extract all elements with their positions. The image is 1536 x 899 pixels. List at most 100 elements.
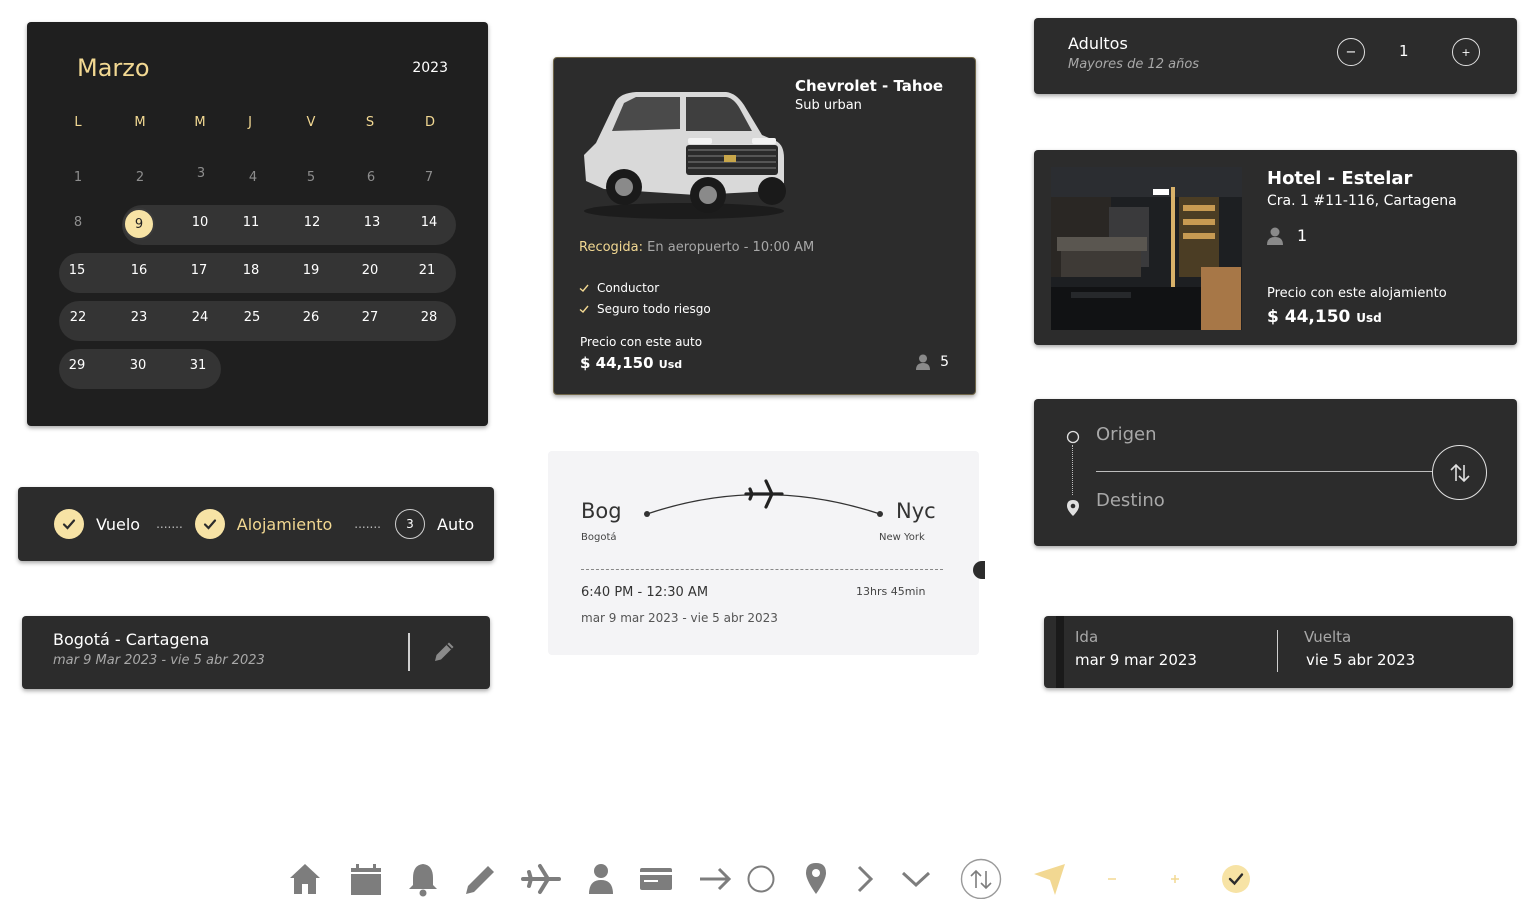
arrow-right-icon[interactable] xyxy=(697,858,733,898)
calendar-day[interactable]: 12 xyxy=(295,215,329,230)
calendar-day[interactable]: 24 xyxy=(183,310,217,325)
car-feature: Seguro todo riesgo xyxy=(579,302,711,316)
origin-input[interactable]: Origen xyxy=(1096,424,1156,445)
decrement-button[interactable]: − xyxy=(1337,38,1365,66)
calendar-day[interactable]: 30 xyxy=(121,358,155,373)
calendar-month: Marzo xyxy=(77,54,150,82)
check-icon xyxy=(579,305,589,313)
pickup-value: En aeropuerto - 10:00 AM xyxy=(643,240,815,255)
calendar-day[interactable]: 10 xyxy=(183,215,217,230)
destination-input[interactable]: Destino xyxy=(1096,490,1165,511)
pencil-icon[interactable] xyxy=(430,638,458,670)
flight-duration: 13hrs 45min xyxy=(856,585,926,598)
chevron-down-icon[interactable] xyxy=(898,858,934,898)
hotel-guests: 1 xyxy=(1267,226,1307,245)
step-label-flight[interactable]: Vuelo xyxy=(96,515,140,534)
calendar-day[interactable]: 18 xyxy=(234,263,268,278)
chevron-right-icon[interactable] xyxy=(851,858,879,898)
plus-icon[interactable] xyxy=(1165,858,1185,898)
navigation-icon[interactable] xyxy=(1030,858,1068,898)
swap-icon[interactable] xyxy=(958,858,1004,899)
calendar-day[interactable]: 14 xyxy=(412,215,446,230)
origin-city: Bogotá xyxy=(581,532,617,543)
circle-icon[interactable] xyxy=(745,858,777,898)
calendar-day[interactable]: 11 xyxy=(234,215,268,230)
minus-icon[interactable] xyxy=(1102,858,1122,898)
credit-card-icon[interactable] xyxy=(638,858,674,898)
plane-icon[interactable] xyxy=(520,858,562,898)
calendar-day[interactable]: 20 xyxy=(353,263,387,278)
flight-ticket[interactable]: Bog Bogotá Nyc New York 6:40 PM - 12:30 … xyxy=(548,451,985,655)
hotel-name: Hotel - Estelar xyxy=(1267,168,1413,189)
calendar-day[interactable]: 6 xyxy=(354,170,388,185)
calendar-day[interactable]: 22 xyxy=(61,310,95,325)
car-card[interactable]: Chevrolet - Tahoe Sub urban Recogida: En… xyxy=(553,57,976,395)
range-band xyxy=(122,205,456,245)
car-price: $ 44,150 Usd xyxy=(580,354,683,372)
flight-times: 6:40 PM - 12:30 AM xyxy=(581,585,709,600)
hotel-card[interactable]: Hotel - Estelar Cra. 1 #11-116, Cartagen… xyxy=(1034,150,1517,345)
adults-subtitle: Mayores de 12 años xyxy=(1068,57,1200,72)
calendar-day[interactable]: 23 xyxy=(122,310,156,325)
calendar-day[interactable]: 7 xyxy=(412,170,446,185)
origin-destination: Origen Destino xyxy=(1034,399,1517,546)
divider xyxy=(1277,630,1278,672)
location-pin-icon xyxy=(1067,500,1079,516)
car-subtitle: Sub urban xyxy=(795,98,862,113)
swap-button[interactable] xyxy=(1432,445,1487,500)
adults-counter: Adultos Mayores de 12 años − 1 + xyxy=(1034,18,1517,94)
calendar-day[interactable]: 28 xyxy=(412,310,446,325)
location-pin-icon[interactable] xyxy=(802,858,830,898)
calendar-day[interactable]: 2 xyxy=(123,170,157,185)
flight-path xyxy=(644,479,883,517)
hotel-address: Cra. 1 #11-116, Cartagena xyxy=(1267,193,1457,209)
user-icon[interactable] xyxy=(586,858,616,898)
adults-title: Adultos xyxy=(1068,34,1128,53)
increment-button[interactable]: + xyxy=(1452,38,1480,66)
hotel-image xyxy=(1051,167,1242,330)
calendar-icon[interactable] xyxy=(348,858,384,898)
route-dates: mar 9 Mar 2023 - vie 5 abr 2023 xyxy=(53,653,265,668)
step-label-car[interactable]: Auto xyxy=(437,515,474,534)
calendar-day[interactable]: 25 xyxy=(235,310,269,325)
calendar-day[interactable]: 27 xyxy=(353,310,387,325)
car-name: Chevrolet - Tahoe xyxy=(795,77,944,95)
calendar-day-selected[interactable]: 9 xyxy=(123,208,155,240)
route-summary: Bogotá - Cartagena mar 9 Mar 2023 - vie … xyxy=(22,616,490,689)
calendar-day[interactable]: 13 xyxy=(355,215,389,230)
feature-label: Seguro todo riesgo xyxy=(597,302,711,316)
calendar-day[interactable]: 29 xyxy=(60,358,94,373)
calendar-day[interactable]: 21 xyxy=(410,263,444,278)
weekday-label: M xyxy=(134,115,146,130)
booking-stepper: Vuelo ....... Alojamiento ....... 3 Auto xyxy=(18,487,494,561)
weekday-label: S xyxy=(365,115,375,130)
user-icon xyxy=(916,354,931,370)
calendar-day[interactable]: 26 xyxy=(294,310,328,325)
calendar-day[interactable]: 3 xyxy=(184,166,218,181)
calendar-year: 2023 xyxy=(412,60,448,76)
step-connector: ....... xyxy=(354,517,381,531)
bell-icon[interactable] xyxy=(406,858,440,898)
ticket-divider xyxy=(581,569,943,570)
calendar-day[interactable]: 8 xyxy=(61,215,95,230)
swap-icon xyxy=(1449,463,1470,482)
step-connector: ....... xyxy=(156,517,183,531)
calendar-day[interactable]: 15 xyxy=(60,263,94,278)
calendar-day[interactable]: 1 xyxy=(61,170,95,185)
calendar-day[interactable]: 4 xyxy=(236,170,270,185)
step-number: 3 xyxy=(395,509,425,539)
divider xyxy=(1096,471,1434,472)
check-circle-icon xyxy=(194,509,225,539)
return-date[interactable]: vie 5 abr 2023 xyxy=(1306,651,1415,669)
calendar-day[interactable]: 17 xyxy=(182,263,216,278)
calendar-day[interactable]: 5 xyxy=(294,170,328,185)
calendar-day[interactable]: 16 xyxy=(122,263,156,278)
calendar-day[interactable]: 19 xyxy=(294,263,328,278)
pencil-icon[interactable] xyxy=(462,858,498,898)
calendar-day[interactable]: 31 xyxy=(181,358,215,373)
departure-date[interactable]: mar 9 mar 2023 xyxy=(1075,651,1197,669)
check-circle-icon[interactable] xyxy=(1220,858,1252,898)
step-label-lodging[interactable]: Alojamiento xyxy=(237,515,333,534)
home-icon[interactable] xyxy=(287,858,323,898)
accent-bar xyxy=(1056,616,1064,688)
